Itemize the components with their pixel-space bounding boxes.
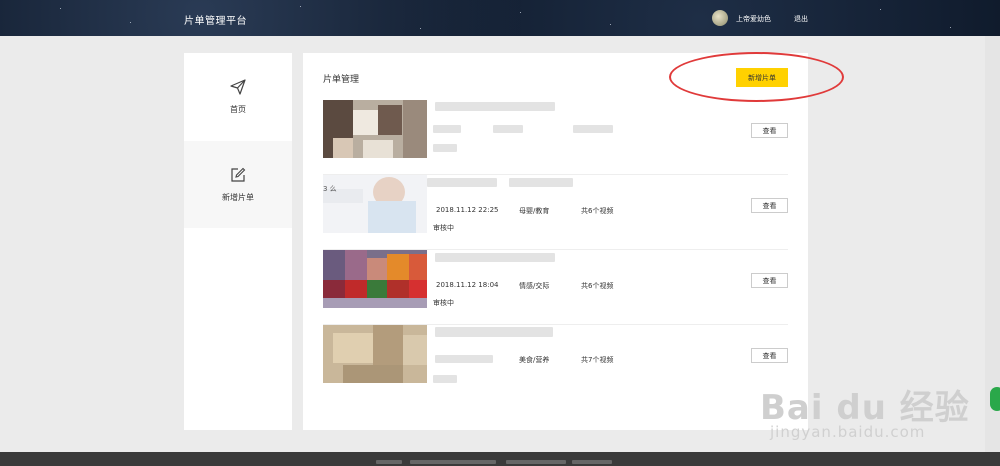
playlist-panel: 片单管理 新增片单 查看 3 么 2018.11.12 22:25 母婴/教育 … <box>303 53 808 430</box>
row-status: 审核中 <box>433 224 454 232</box>
video-thumbnail[interactable] <box>323 100 427 158</box>
footer <box>0 452 1000 466</box>
view-button[interactable]: 查看 <box>751 348 788 363</box>
floating-widget[interactable] <box>990 387 1000 411</box>
video-thumbnail[interactable] <box>323 250 427 308</box>
add-playlist-button[interactable]: 新增片单 <box>736 68 788 87</box>
row-video-count: 共6个视频 <box>581 282 614 290</box>
table-row: 3 么 2018.11.12 22:25 母婴/教育 共6个视频 审核中 查看 <box>323 175 788 250</box>
row-date: 2018.11.12 22:25 <box>436 206 499 214</box>
sidebar-item-label: 新增片单 <box>222 193 254 202</box>
row-video-count: 共7个视频 <box>581 356 614 364</box>
watermark-logo: Bai du 经验 <box>760 388 970 428</box>
logout-link[interactable]: 退出 <box>794 14 808 24</box>
avatar[interactable] <box>712 10 728 26</box>
video-thumbnail[interactable] <box>323 175 427 233</box>
table-row: 查看 <box>323 100 788 175</box>
view-button[interactable]: 查看 <box>751 123 788 138</box>
row-category: 情感/交际 <box>519 282 550 290</box>
sidebar-item-label: 首页 <box>230 105 246 114</box>
table-row: 2018.11.12 18:04 情感/交际 共6个视频 审核中 查看 <box>323 250 788 325</box>
paper-plane-icon <box>230 79 246 95</box>
row-video-count: 共6个视频 <box>581 207 614 215</box>
sidebar: 首页 新增片单 <box>184 53 292 430</box>
watermark-url: jingyan.baidu.com <box>770 423 926 441</box>
row-date: 2018.11.12 18:04 <box>436 281 499 289</box>
sidebar-item-new-list[interactable]: 新增片单 <box>184 141 292 228</box>
sidebar-item-home[interactable]: 首页 <box>184 53 292 140</box>
row-title-fragment: 3 么 <box>323 185 337 193</box>
page-title: 片单管理 <box>323 75 360 85</box>
row-status: 审核中 <box>433 299 454 307</box>
table-row: 美食/营养 共7个视频 查看 <box>323 325 788 400</box>
view-button[interactable]: 查看 <box>751 198 788 213</box>
username[interactable]: 上帝爱幼色 <box>736 14 771 24</box>
brand-title: 片单管理平台 <box>184 16 247 27</box>
video-thumbnail[interactable] <box>323 325 427 383</box>
edit-icon <box>231 167 246 182</box>
row-category: 母婴/教育 <box>519 207 550 215</box>
row-category: 美食/营养 <box>519 356 550 364</box>
top-bar: 片单管理平台 上帝爱幼色 退出 <box>0 0 1000 36</box>
view-button[interactable]: 查看 <box>751 273 788 288</box>
